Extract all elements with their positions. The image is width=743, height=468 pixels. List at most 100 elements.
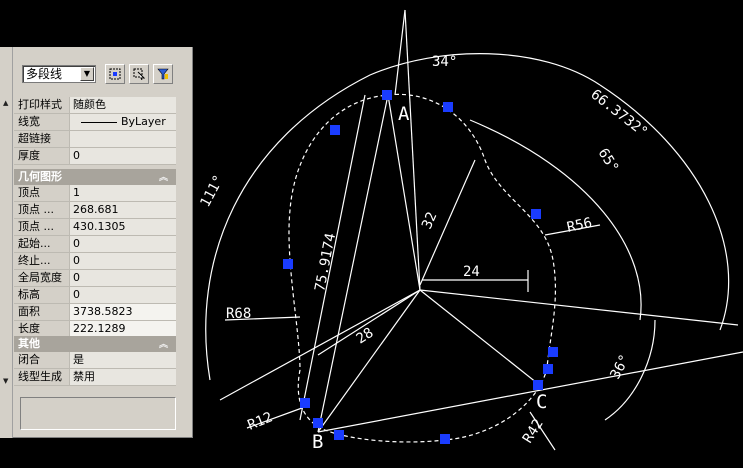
dim-text-36: 36°: [607, 352, 633, 382]
chevron-down-icon[interactable]: ▼: [80, 67, 94, 81]
section-title: 其他: [18, 337, 40, 350]
property-key: 起始...: [14, 236, 70, 252]
section-title: 几何图形: [18, 170, 62, 183]
grip[interactable]: [334, 430, 344, 440]
object-type-value: 多段线: [26, 67, 63, 81]
grip[interactable]: [330, 125, 340, 135]
filter-icon: [157, 68, 169, 80]
property-row[interactable]: 线宽 ByLayer: [14, 114, 176, 131]
property-row[interactable]: 打印样式 随颜色: [14, 97, 176, 114]
collapse-icon[interactable]: ︽: [159, 337, 168, 353]
property-key: 面积: [14, 304, 70, 320]
property-value[interactable]: 是: [70, 352, 176, 368]
grip[interactable]: [313, 418, 323, 428]
grip[interactable]: [533, 380, 543, 390]
dim-text-66: 66.3732°: [588, 87, 651, 141]
property-key: 闭合: [14, 352, 70, 368]
property-key: 打印样式: [14, 97, 70, 113]
dim-line-28: [317, 289, 421, 356]
dim-text-65: 65°: [595, 146, 622, 176]
dim-text-r12: R12: [246, 409, 275, 433]
dim-text-24: 24: [463, 264, 480, 280]
property-value[interactable]: 0: [70, 253, 176, 269]
grip[interactable]: [382, 90, 392, 100]
dim-text-32: 32: [419, 210, 440, 232]
dim-text-75: 75.9174: [312, 232, 339, 293]
filter-button[interactable]: [153, 64, 173, 84]
grip[interactable]: [531, 209, 541, 219]
object-type-select[interactable]: 多段线 ▼: [22, 65, 96, 83]
property-row[interactable]: 超链接: [14, 131, 176, 148]
property-row[interactable]: 标高 0: [14, 287, 176, 304]
property-row[interactable]: 闭合 是: [14, 352, 176, 369]
dim-text-34: 34°: [432, 54, 457, 70]
grip[interactable]: [543, 364, 553, 374]
extension-line-right: [419, 289, 739, 326]
caret-up-icon[interactable]: ▲: [3, 99, 8, 107]
property-row[interactable]: 终止... 0: [14, 253, 176, 270]
property-row[interactable]: 起始... 0: [14, 236, 176, 253]
property-row[interactable]: 顶点 ... 430.1305: [14, 219, 176, 236]
extension-line-a: [394, 9, 406, 96]
collapse-icon[interactable]: ︽: [159, 170, 168, 186]
properties-palette: ▲ ▼ 多段线 ▼ 打印样式 随颜色 线宽 ByLayer 超链接 厚度 0 几…: [0, 47, 193, 438]
property-row[interactable]: 顶点 1: [14, 185, 176, 202]
angle-65-arc: [469, 119, 642, 321]
line-c-center: [419, 289, 538, 384]
property-key: 标高: [14, 287, 70, 303]
property-key: 顶点 ...: [14, 202, 70, 218]
property-value[interactable]: 0: [70, 287, 176, 303]
description-panel: [20, 397, 176, 430]
property-value[interactable]: 0: [70, 270, 176, 286]
grip[interactable]: [443, 102, 453, 112]
dim-text-111: 111°: [197, 173, 227, 210]
dim-text-r56: R56: [566, 215, 594, 236]
property-value[interactable]: 268.681: [70, 202, 176, 218]
property-row[interactable]: 全局宽度 0: [14, 270, 176, 287]
misc-section: 其他 ︽ 闭合 是 线型生成 禁用: [14, 336, 176, 386]
property-key: 线型生成: [14, 369, 70, 385]
dim-text-r68: R68: [226, 306, 251, 322]
lineweight-value: ByLayer: [121, 115, 166, 128]
geometry-section: 几何图形 ︽ 顶点 1 顶点 ... 268.681 顶点 ... 430.13…: [14, 169, 176, 338]
property-key: 超链接: [14, 131, 70, 147]
property-row[interactable]: 线型生成 禁用: [14, 369, 176, 386]
section-header-other[interactable]: 其他 ︽: [14, 336, 176, 352]
property-value: 222.1289: [70, 321, 176, 337]
select-objects-icon: [133, 68, 145, 80]
property-value[interactable]: [70, 131, 176, 147]
property-value[interactable]: 0: [70, 148, 176, 164]
property-key: 终止...: [14, 253, 70, 269]
property-value[interactable]: 1: [70, 185, 176, 201]
property-value[interactable]: ByLayer: [70, 114, 176, 130]
lineweight-swatch: [81, 121, 117, 123]
property-value[interactable]: 430.1305: [70, 219, 176, 235]
grip[interactable]: [300, 398, 310, 408]
section-header-geometry[interactable]: 几何图形 ︽: [14, 169, 176, 185]
caret-down-icon[interactable]: ▼: [3, 377, 8, 385]
grip[interactable]: [548, 347, 558, 357]
select-objects-button[interactable]: [129, 64, 149, 84]
general-properties: 打印样式 随颜色 线宽 ByLayer 超链接 厚度 0: [14, 97, 176, 165]
property-key: 线宽: [14, 114, 70, 130]
property-value[interactable]: 禁用: [70, 369, 176, 385]
point-label-c: C: [536, 391, 547, 413]
property-row[interactable]: 顶点 ... 268.681: [14, 202, 176, 219]
property-key: 厚度: [14, 148, 70, 164]
point-label-b: B: [312, 431, 323, 453]
property-value: 3738.5823: [70, 304, 176, 320]
property-value[interactable]: 0: [70, 236, 176, 252]
palette-grip-bar[interactable]: ▲ ▼: [0, 47, 13, 438]
grip[interactable]: [440, 434, 450, 444]
palette-toolbar: 多段线 ▼: [22, 64, 173, 84]
property-value[interactable]: 随颜色: [70, 97, 176, 113]
dim-text-28: 28: [354, 325, 377, 348]
property-key: 顶点: [14, 185, 70, 201]
property-key: 长度: [14, 321, 70, 337]
grip[interactable]: [283, 259, 293, 269]
property-row[interactable]: 面积 3738.5823: [14, 304, 176, 321]
point-label-a: A: [398, 103, 410, 125]
property-row[interactable]: 厚度 0: [14, 148, 176, 165]
quick-select-button[interactable]: [105, 64, 125, 84]
property-key: 全局宽度: [14, 270, 70, 286]
